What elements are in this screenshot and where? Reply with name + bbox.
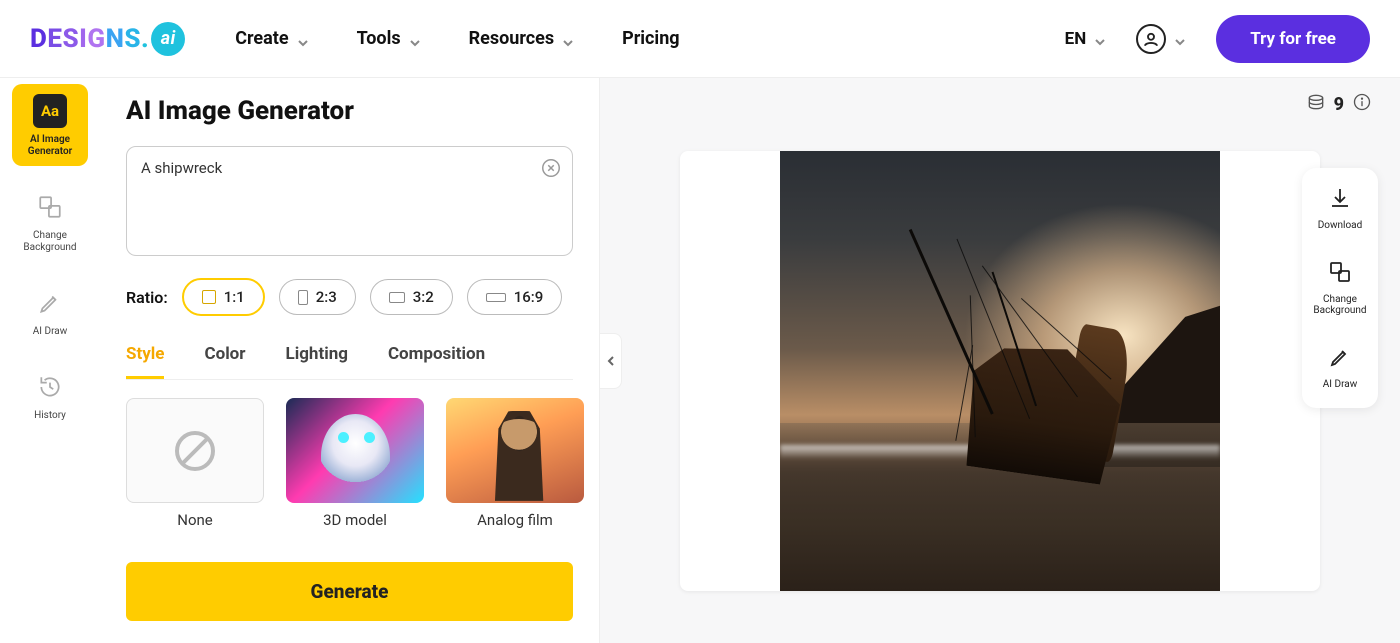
ratio-value: 2:3: [316, 288, 337, 306]
download-icon: [1328, 186, 1352, 214]
style-analog-thumb: [446, 398, 584, 503]
none-thumb: [126, 398, 264, 503]
style-label: 3D model: [323, 511, 387, 529]
action-rail: Download Change Background AI Draw: [1302, 168, 1378, 408]
sidebar-item-label: History: [34, 410, 66, 422]
chevron-down-icon: [562, 33, 574, 45]
sidebar-item-history[interactable]: History: [12, 360, 88, 430]
prohibit-icon: [171, 427, 219, 475]
ratio-label: Ratio:: [126, 288, 168, 307]
chevron-down-icon: [297, 33, 309, 45]
ratio-value: 1:1: [224, 288, 245, 306]
sidebar-item-label: AI Image Generator: [16, 134, 84, 158]
ratio-value: 3:2: [413, 288, 434, 306]
rail-label: Download: [1318, 220, 1363, 232]
sidebar-item-ai-image-generator[interactable]: Aa AI Image Generator: [12, 84, 88, 166]
style-none[interactable]: None: [126, 398, 264, 529]
style-label: None: [177, 511, 213, 529]
credits-indicator[interactable]: 9: [1306, 92, 1372, 117]
nav-resources-label: Resources: [469, 28, 555, 49]
nav-resources[interactable]: Resources: [469, 28, 575, 49]
output-card: [680, 151, 1320, 591]
option-tabs: Style Color Lighting Composition: [126, 344, 573, 380]
generated-image[interactable]: [780, 151, 1220, 591]
ratio-shape-icon: [389, 292, 405, 303]
cta-try-free-button[interactable]: Try for free: [1216, 15, 1370, 63]
nav-pricing[interactable]: Pricing: [622, 28, 679, 49]
sidebar-item-ai-draw[interactable]: AI Draw: [12, 276, 88, 346]
prompt-box: [126, 146, 573, 256]
style-options: None 3D model Analog film: [126, 398, 573, 529]
sidebar-item-change-background[interactable]: Change Background: [12, 180, 88, 262]
pencil-icon: [33, 286, 67, 320]
chevron-down-icon: [1094, 33, 1106, 45]
nav-links: Create Tools Resources Pricing: [235, 28, 679, 49]
collapse-panel-button[interactable]: [600, 333, 622, 389]
style-analog-film[interactable]: Analog film: [446, 398, 584, 529]
clear-prompt-button[interactable]: [540, 157, 562, 179]
control-panel: AI Image Generator Ratio: 1:1 2:3 3:2: [100, 78, 600, 643]
ratio-value: 16:9: [514, 288, 544, 306]
left-sidebar: Aa AI Image Generator Change Background …: [0, 78, 100, 643]
pencil-icon: [1328, 345, 1352, 373]
swap-icon: [1328, 260, 1352, 288]
canvas-area: 9: [600, 78, 1400, 643]
sidebar-item-label: AI Draw: [33, 326, 67, 338]
top-nav: DESIGNS. ai Create Tools Resources Prici…: [0, 0, 1400, 78]
text-aa-icon: Aa: [33, 94, 67, 128]
ratio-shape-icon: [486, 293, 506, 302]
rail-label: AI Draw: [1323, 379, 1357, 391]
chevron-down-icon: [409, 33, 421, 45]
sidebar-item-label: Change Background: [16, 230, 84, 254]
main: Aa AI Image Generator Change Background …: [0, 78, 1400, 643]
account-menu[interactable]: [1136, 24, 1186, 54]
ratio-shape-icon: [298, 290, 308, 305]
style-3d-model[interactable]: 3D model: [286, 398, 424, 529]
nav-pricing-label: Pricing: [622, 28, 679, 49]
history-icon: [33, 370, 67, 404]
rail-download[interactable]: Download: [1318, 186, 1363, 232]
style-3d-thumb: [286, 398, 424, 503]
nav-tools-label: Tools: [357, 28, 401, 49]
generate-bar: Generate: [126, 562, 573, 621]
nav-create-label: Create: [235, 28, 288, 49]
page-title: AI Image Generator: [126, 96, 573, 126]
tab-composition[interactable]: Composition: [388, 344, 485, 379]
ratio-row: Ratio: 1:1 2:3 3:2 16:9: [126, 278, 573, 316]
language-label: EN: [1065, 29, 1087, 49]
ratio-16-9[interactable]: 16:9: [467, 279, 563, 315]
nav-tools[interactable]: Tools: [357, 28, 421, 49]
swap-icon: [33, 190, 67, 224]
tab-color[interactable]: Color: [204, 344, 245, 379]
user-icon: [1136, 24, 1166, 54]
logo[interactable]: DESIGNS. ai: [30, 22, 185, 56]
info-icon: [1352, 92, 1372, 117]
ratio-1-1[interactable]: 1:1: [182, 278, 265, 316]
language-selector[interactable]: EN: [1065, 29, 1107, 49]
tab-style[interactable]: Style: [126, 344, 164, 379]
rail-label: Change Background: [1308, 294, 1372, 317]
style-label: Analog film: [477, 511, 553, 529]
logo-badge: ai: [151, 22, 185, 56]
prompt-input[interactable]: [141, 159, 532, 243]
tab-lighting[interactable]: Lighting: [286, 344, 348, 379]
credits-count: 9: [1334, 94, 1344, 115]
nav-create[interactable]: Create: [235, 28, 308, 49]
rail-ai-draw[interactable]: AI Draw: [1323, 345, 1357, 391]
rail-change-background[interactable]: Change Background: [1308, 260, 1372, 317]
chevron-down-icon: [1174, 33, 1186, 45]
ratio-2-3[interactable]: 2:3: [279, 279, 356, 315]
ratio-shape-icon: [202, 290, 216, 304]
generate-button[interactable]: Generate: [126, 562, 573, 621]
coins-icon: [1306, 92, 1326, 117]
ratio-3-2[interactable]: 3:2: [370, 279, 453, 315]
